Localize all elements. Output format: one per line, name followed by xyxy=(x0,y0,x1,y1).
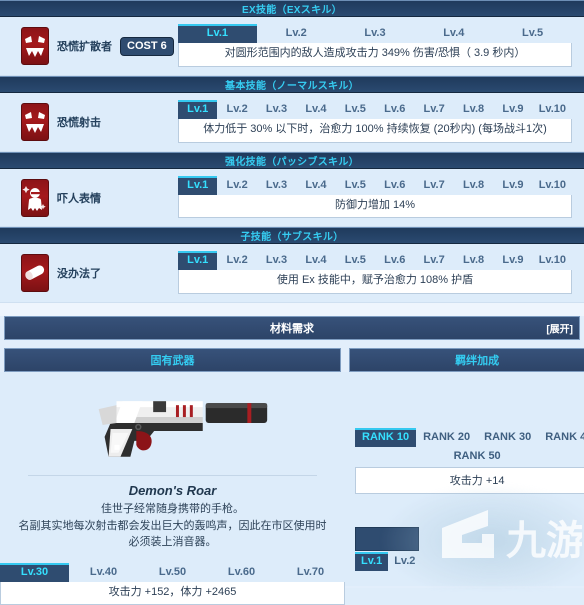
skill-identity-ex: 恐慌扩散者 COST 6 xyxy=(0,24,178,65)
pistol-with-silencer xyxy=(0,376,345,472)
skill-identity-sub: 没办法了 xyxy=(0,251,178,292)
skill-description-normal: 体力低于 30% 以下时，治愈力 100% 持续恢复 (20秒内) (每场战斗1… xyxy=(178,119,572,143)
level-tab[interactable]: Lv.9 xyxy=(493,251,532,270)
weapon-level-tab[interactable]: Lv.70 xyxy=(276,563,345,582)
skill-row-ex: 恐慌扩散者 COST 6 Lv.1 Lv.2 Lv.3 Lv.4 Lv.5 对圆… xyxy=(0,17,584,76)
level-tab[interactable]: Lv.8 xyxy=(454,251,493,270)
level-tab-strip-ex: Lv.1 Lv.2 Lv.3 Lv.4 Lv.5 xyxy=(178,24,572,43)
skill-levels-sub: Lv.1 Lv.2 Lv.3 Lv.4 Lv.5 Lv.6 Lv.7 Lv.8 … xyxy=(178,251,584,294)
section-header-ex: EX技能（EXスキル） xyxy=(0,0,584,17)
weapon-level-tab-strip: Lv.30 Lv.40 Lv.50 Lv.60 Lv.70 xyxy=(0,563,345,582)
bond-rank-tab[interactable]: RANK 20 xyxy=(416,428,477,447)
bond-rank-tab[interactable]: RANK 40 xyxy=(538,428,584,447)
level-tab[interactable]: Lv.4 xyxy=(296,251,335,270)
level-tab[interactable]: Lv.5 xyxy=(336,100,375,119)
section-header-passive: 强化技能（パッシブスキル） xyxy=(0,152,584,169)
level-tab-strip-passive: Lv.1 Lv.2 Lv.3 Lv.4 Lv.5 Lv.6 Lv.7 Lv.8 … xyxy=(178,176,572,195)
weapon-column-header: 固有武器 xyxy=(4,348,341,372)
skill-row-passive: 吓人表情 Lv.1 Lv.2 Lv.3 Lv.4 Lv.5 Lv.6 Lv.7 … xyxy=(0,169,584,228)
materials-spacer xyxy=(0,303,584,316)
level-tab[interactable]: Lv.8 xyxy=(454,100,493,119)
weapon-description-line2: 名副其实地每次射击都会发出巨大的轰鸣声，因此在市区使用时必须装上消音器。 xyxy=(0,518,345,551)
skill-cost-badge: COST 6 xyxy=(120,37,174,56)
level-tab[interactable]: Lv.3 xyxy=(257,251,296,270)
bond-rank-tab[interactable]: RANK 50 xyxy=(447,447,508,466)
level-tab[interactable]: Lv.5 xyxy=(336,251,375,270)
skill-identity-normal: 恐慌射击 xyxy=(0,100,178,141)
level-tab[interactable]: Lv.4 xyxy=(296,100,335,119)
level-tab[interactable]: Lv.10 xyxy=(533,100,572,119)
weapon-body: Demon's Roar 佳世子经常随身携带的手枪。 名副其实地每次射击都会发出… xyxy=(0,372,345,605)
bond-rank-tab[interactable]: RANK 30 xyxy=(477,428,538,447)
level-tab[interactable]: Lv.3 xyxy=(257,176,296,195)
level-tab[interactable]: Lv.4 xyxy=(296,176,335,195)
level-tab[interactable]: Lv.3 xyxy=(257,100,296,119)
skill-row-sub: 没办法了 Lv.1 Lv.2 Lv.3 Lv.4 Lv.5 Lv.6 Lv.7 … xyxy=(0,244,584,303)
skill-name-sub: 没办法了 xyxy=(57,265,101,281)
level-tab[interactable]: Lv.9 xyxy=(493,100,532,119)
ghost-face-icon xyxy=(21,179,49,217)
level-tab[interactable]: Lv.2 xyxy=(217,100,256,119)
evil-face-icon xyxy=(21,103,49,141)
level-tab[interactable]: Lv.5 xyxy=(493,24,572,43)
bond-rank-row-2: RANK 50 xyxy=(355,447,584,466)
bond-rank-wrap: RANK 10 RANK 20 RANK 30 RANK 40 RANK 50 … xyxy=(345,376,584,494)
skill-description-passive: 防御力增加 14% xyxy=(178,195,572,219)
character-skill-panel: EX技能（EXスキル） 恐慌扩散者 COST 6 Lv.1 Lv.2 Lv.3 … xyxy=(0,0,584,588)
weapon-stats: 攻击力 +152，体力 +2465 xyxy=(0,582,345,605)
level-tab-strip-sub: Lv.1 Lv.2 Lv.3 Lv.4 Lv.5 Lv.6 Lv.7 Lv.8 … xyxy=(178,251,572,270)
skill-description-ex: 对圆形范围内的敌人造成攻击力 349% 伤害/恐惧（ 3.9 秒内） xyxy=(178,43,572,67)
level-tab[interactable]: Lv.7 xyxy=(414,251,453,270)
level-tab[interactable]: Lv.5 xyxy=(336,176,375,195)
weapon-description-line1: 佳世子经常随身携带的手枪。 xyxy=(0,501,345,518)
skill-levels-passive: Lv.1 Lv.2 Lv.3 Lv.4 Lv.5 Lv.6 Lv.7 Lv.8 … xyxy=(178,176,584,219)
level-tab[interactable]: Lv.6 xyxy=(375,251,414,270)
level-tab[interactable]: Lv.1 xyxy=(178,24,257,43)
level-tab[interactable]: Lv.9 xyxy=(493,176,532,195)
weapon-name: Demon's Roar xyxy=(0,476,345,501)
skill-name-ex: 恐慌扩散者 xyxy=(57,38,112,54)
materials-title: 材料需求 xyxy=(5,320,579,336)
weapon-level-tabs: Lv.30 Lv.40 Lv.50 Lv.60 Lv.70 攻击力 +152，体… xyxy=(0,563,345,605)
section-header-sub: 子技能（サブスキル） xyxy=(0,227,584,244)
level-tab[interactable]: Lv.7 xyxy=(414,176,453,195)
level-tab[interactable]: Lv.1 xyxy=(178,176,217,195)
skill-name-normal: 恐慌射击 xyxy=(57,114,101,130)
weapon-level-tab[interactable]: Lv.50 xyxy=(138,563,207,582)
skill-levels-normal: Lv.1 Lv.2 Lv.3 Lv.4 Lv.5 Lv.6 Lv.7 Lv.8 … xyxy=(178,100,584,143)
level-tab[interactable]: Lv.8 xyxy=(454,176,493,195)
bandage-icon xyxy=(21,254,49,292)
section-header-normal: 基本技能（ノーマルスキル） xyxy=(0,76,584,93)
level-tab[interactable]: Lv.1 xyxy=(178,100,217,119)
weapon-level-tab[interactable]: Lv.30 xyxy=(0,563,69,582)
bond-column-header: 羁绊加成 xyxy=(349,348,584,372)
materials-header-bar[interactable]: 材料需求 [展开] xyxy=(4,316,580,340)
level-tab[interactable]: Lv.6 xyxy=(375,176,414,195)
level-tab[interactable]: Lv.4 xyxy=(414,24,493,43)
skill-levels-ex: Lv.1 Lv.2 Lv.3 Lv.4 Lv.5 对圆形范围内的敌人造成攻击力 … xyxy=(178,24,584,67)
level-tab[interactable]: Lv.2 xyxy=(217,176,256,195)
weapon-column: 固有武器 xyxy=(0,348,345,605)
watermark-glow xyxy=(379,483,584,588)
level-tab[interactable]: Lv.7 xyxy=(414,100,453,119)
level-tab[interactable]: Lv.2 xyxy=(217,251,256,270)
level-tab[interactable]: Lv.10 xyxy=(533,251,572,270)
weapon-level-tab[interactable]: Lv.60 xyxy=(207,563,276,582)
level-tab[interactable]: Lv.10 xyxy=(533,176,572,195)
skill-description-sub: 使用 Ex 技能中，赋予治愈力 108% 护盾 xyxy=(178,270,572,294)
skill-name-passive: 吓人表情 xyxy=(57,190,101,206)
evil-face-icon xyxy=(21,27,49,65)
materials-expand-toggle[interactable]: [展开] xyxy=(546,321,573,336)
level-tab[interactable]: Lv.6 xyxy=(375,100,414,119)
skill-row-normal: 恐慌射击 Lv.1 Lv.2 Lv.3 Lv.4 Lv.5 Lv.6 Lv.7 … xyxy=(0,93,584,152)
skill-identity-passive: 吓人表情 xyxy=(0,176,178,217)
level-tab[interactable]: Lv.2 xyxy=(257,24,336,43)
bond-rank-tab[interactable]: RANK 10 xyxy=(355,428,416,447)
level-tab[interactable]: Lv.1 xyxy=(178,251,217,270)
bond-rank-row-1: RANK 10 RANK 20 RANK 30 RANK 40 xyxy=(355,428,584,447)
weapon-level-tab[interactable]: Lv.40 xyxy=(69,563,138,582)
level-tab-strip-normal: Lv.1 Lv.2 Lv.3 Lv.4 Lv.5 Lv.6 Lv.7 Lv.8 … xyxy=(178,100,572,119)
level-tab[interactable]: Lv.3 xyxy=(336,24,415,43)
